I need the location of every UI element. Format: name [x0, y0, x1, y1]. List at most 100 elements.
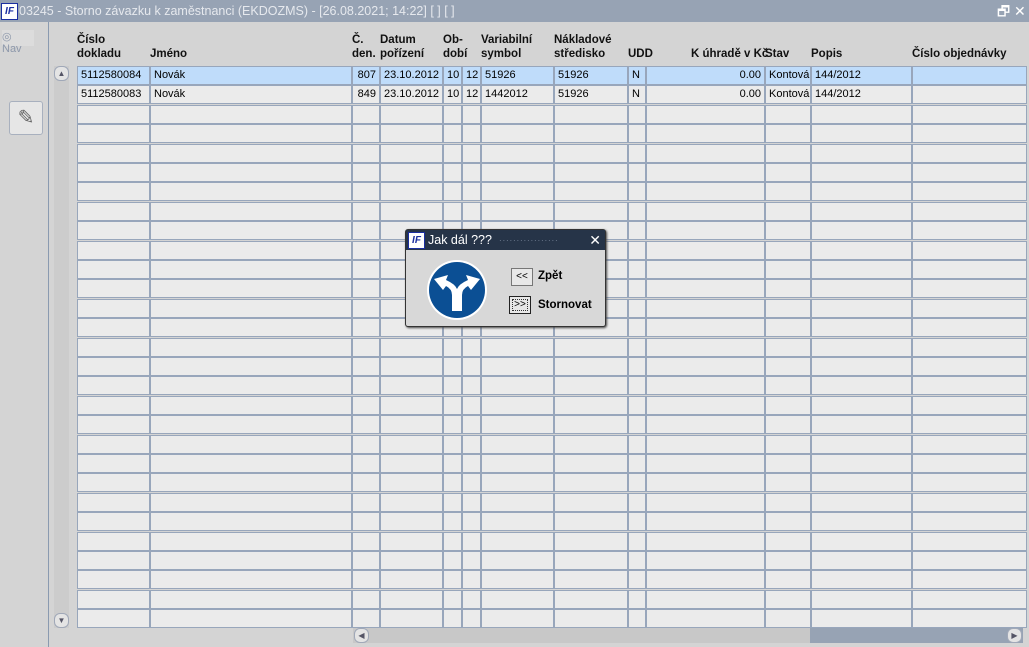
cell-variabilni-symbol[interactable]: [481, 434, 554, 454]
cell-obdobi-2[interactable]: [462, 124, 481, 144]
cell-popis[interactable]: [811, 260, 912, 279]
cell-cislo-den[interactable]: [352, 221, 380, 241]
cell-k-uhrade[interactable]: [646, 201, 765, 221]
scroll-thumb[interactable]: [810, 628, 1023, 643]
cell-cislo-objednavky[interactable]: [912, 85, 1027, 105]
cell-datum-porizeni[interactable]: [380, 551, 443, 570]
cell-cislo-objednavky[interactable]: [912, 589, 1027, 609]
cell-udd[interactable]: [628, 473, 646, 493]
cell-stav[interactable]: [765, 357, 811, 376]
cell-popis[interactable]: [811, 240, 912, 260]
dialog-close-icon[interactable]: ✕: [589, 230, 601, 250]
cell-nakladove-stredisko[interactable]: [554, 434, 628, 454]
cell-popis[interactable]: [811, 434, 912, 454]
back-button[interactable]: <<: [511, 268, 533, 286]
cell-nakladove-stredisko[interactable]: [554, 163, 628, 182]
cell-stav[interactable]: [765, 589, 811, 609]
cell-cislo-dokladu[interactable]: [77, 492, 150, 512]
cell-obdobi-2[interactable]: [462, 163, 481, 182]
cell-stav[interactable]: [765, 163, 811, 182]
cell-k-uhrade[interactable]: [646, 434, 765, 454]
cell-k-uhrade[interactable]: [646, 551, 765, 570]
cell-cislo-objednavky[interactable]: [912, 434, 1027, 454]
cell-jmeno[interactable]: [150, 415, 352, 435]
cell-variabilni-symbol[interactable]: [481, 357, 554, 376]
cell-jmeno[interactable]: [150, 454, 352, 473]
cell-popis[interactable]: [811, 337, 912, 357]
cell-datum-porizeni[interactable]: [380, 357, 443, 376]
cell-k-uhrade[interactable]: 0.00: [646, 85, 765, 105]
cell-udd[interactable]: [628, 492, 646, 512]
cell-jmeno[interactable]: [150, 260, 352, 279]
cell-obdobi-1[interactable]: [443, 182, 462, 202]
cell-popis[interactable]: [811, 415, 912, 435]
cell-datum-porizeni[interactable]: [380, 163, 443, 182]
cell-obdobi-1[interactable]: [443, 492, 462, 512]
cell-variabilni-symbol[interactable]: [481, 201, 554, 221]
cell-stav[interactable]: [765, 182, 811, 202]
cell-stav[interactable]: [765, 570, 811, 590]
cell-jmeno[interactable]: [150, 512, 352, 532]
cell-obdobi-2[interactable]: [462, 143, 481, 163]
cell-obdobi-1[interactable]: [443, 609, 462, 629]
cell-cislo-objednavky[interactable]: [912, 395, 1027, 415]
empty-table-row[interactable]: [77, 589, 1027, 609]
close-icon[interactable]: ✕: [1014, 0, 1026, 22]
cell-obdobi-1[interactable]: [443, 376, 462, 396]
cell-popis[interactable]: [811, 298, 912, 318]
cell-cislo-objednavky[interactable]: [912, 473, 1027, 493]
cell-popis[interactable]: [811, 512, 912, 532]
cell-stav[interactable]: [765, 512, 811, 532]
cell-udd[interactable]: N: [628, 66, 646, 85]
cell-variabilni-symbol[interactable]: [481, 337, 554, 357]
cell-jmeno[interactable]: [150, 376, 352, 396]
cell-variabilni-symbol[interactable]: 51926: [481, 66, 554, 85]
cell-k-uhrade[interactable]: [646, 454, 765, 473]
vertical-scrollbar[interactable]: ▲ ▼: [54, 66, 69, 628]
cell-cislo-objednavky[interactable]: [912, 454, 1027, 473]
cell-datum-porizeni[interactable]: [380, 201, 443, 221]
cell-obdobi-1[interactable]: [443, 589, 462, 609]
cell-obdobi-1[interactable]: 10: [443, 85, 462, 105]
cell-cislo-den[interactable]: [352, 163, 380, 182]
cell-cislo-dokladu[interactable]: [77, 279, 150, 299]
cell-popis[interactable]: [811, 551, 912, 570]
cell-obdobi-1[interactable]: [443, 531, 462, 551]
cell-obdobi-2[interactable]: [462, 337, 481, 357]
empty-table-row[interactable]: [77, 434, 1027, 454]
cell-udd[interactable]: [628, 260, 646, 279]
cell-cislo-objednavky[interactable]: [912, 66, 1027, 85]
cell-variabilni-symbol[interactable]: [481, 473, 554, 493]
cell-udd[interactable]: [628, 589, 646, 609]
cell-udd[interactable]: [628, 376, 646, 396]
cell-k-uhrade[interactable]: [646, 337, 765, 357]
cell-k-uhrade[interactable]: [646, 279, 765, 299]
cell-udd[interactable]: [628, 434, 646, 454]
cell-k-uhrade[interactable]: [646, 260, 765, 279]
cell-variabilni-symbol[interactable]: [481, 454, 554, 473]
empty-table-row[interactable]: [77, 201, 1027, 221]
cell-udd[interactable]: [628, 298, 646, 318]
cell-jmeno[interactable]: Novák: [150, 66, 352, 85]
cell-obdobi-1[interactable]: [443, 570, 462, 590]
cell-datum-porizeni[interactable]: [380, 337, 443, 357]
cell-cislo-den[interactable]: [352, 104, 380, 124]
cell-cislo-dokladu[interactable]: [77, 240, 150, 260]
cell-cislo-dokladu[interactable]: [77, 357, 150, 376]
cell-k-uhrade[interactable]: [646, 104, 765, 124]
column-header-cislo-objednavky[interactable]: Číslo objednávky: [912, 47, 1007, 61]
cell-cislo-dokladu[interactable]: [77, 434, 150, 454]
cell-popis[interactable]: [811, 221, 912, 241]
cell-datum-porizeni[interactable]: [380, 395, 443, 415]
cell-nakladove-stredisko[interactable]: [554, 124, 628, 144]
cell-popis[interactable]: 144/2012: [811, 66, 912, 85]
cell-nakladove-stredisko[interactable]: 51926: [554, 85, 628, 105]
cell-stav[interactable]: [765, 551, 811, 570]
cell-popis[interactable]: [811, 589, 912, 609]
cell-udd[interactable]: [628, 104, 646, 124]
cell-obdobi-1[interactable]: [443, 512, 462, 532]
cell-k-uhrade[interactable]: [646, 376, 765, 396]
cell-obdobi-2[interactable]: [462, 492, 481, 512]
cell-variabilni-symbol[interactable]: [481, 609, 554, 629]
cell-stav[interactable]: [765, 221, 811, 241]
